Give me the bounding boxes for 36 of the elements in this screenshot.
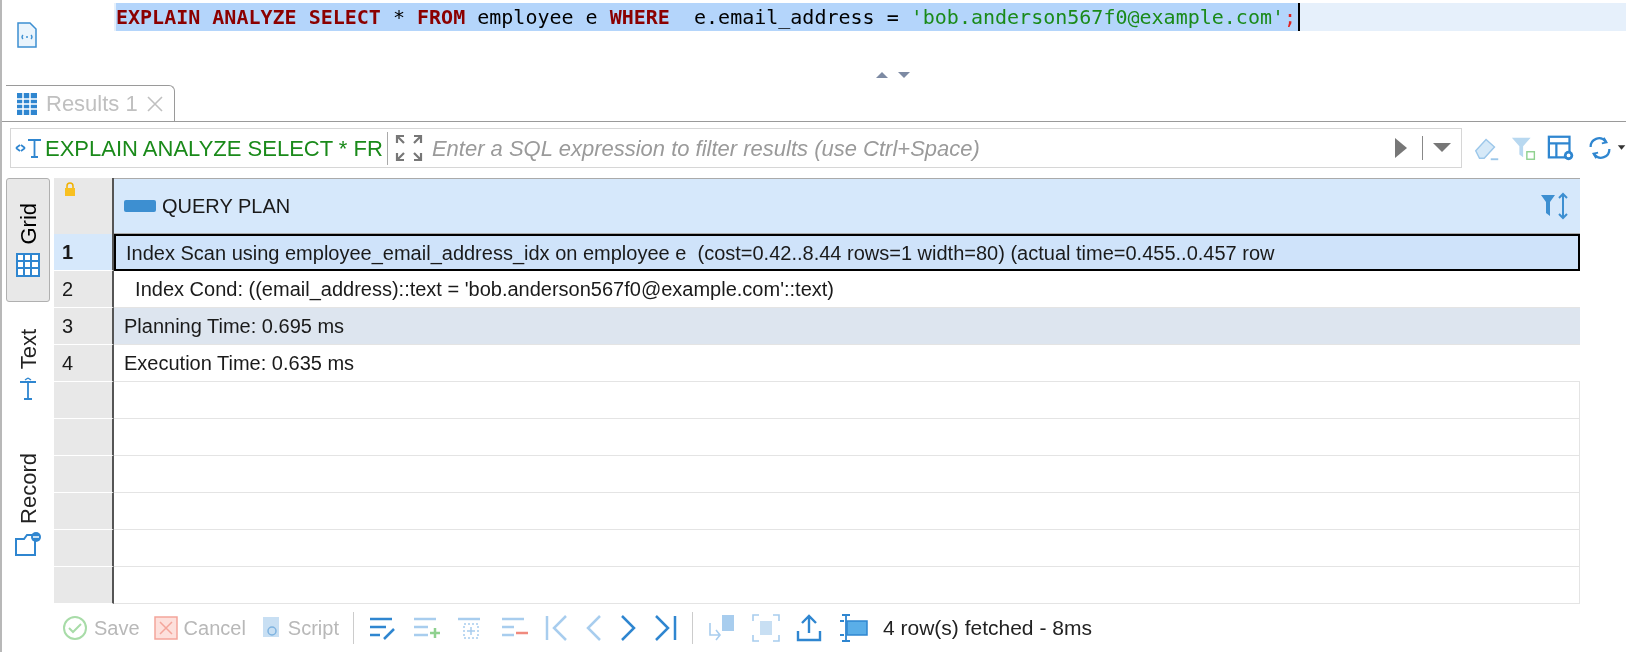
filter-query[interactable]: EXPLAIN ANALYZE SELECT * FR bbox=[45, 131, 388, 165]
row-header[interactable] bbox=[54, 567, 114, 604]
play-icon[interactable] bbox=[1394, 137, 1409, 159]
row-number[interactable]: 2 bbox=[54, 271, 114, 308]
row-number[interactable]: 1 bbox=[54, 234, 114, 271]
table-cell[interactable]: Planning Time: 0.695 ms bbox=[114, 308, 1580, 345]
last-page-icon[interactable] bbox=[652, 614, 678, 642]
filter-sort-icon[interactable] bbox=[1540, 192, 1570, 220]
edit-lines-icon[interactable] bbox=[368, 615, 398, 641]
filter-field[interactable]: EXPLAIN ANALYZE SELECT * FR Enter a SQL expression to filter results (use Ctrl+Space) bbox=[10, 128, 1463, 168]
row-header[interactable] bbox=[54, 419, 114, 456]
table-cell[interactable]: Index Scan using employee_email_address_idx on employee e (cost=0.42..8.44 rows=1 width=80) (actual time=0.455..0.457 row bbox=[114, 234, 1580, 271]
cancel-icon bbox=[153, 616, 178, 640]
panel-icon[interactable] bbox=[837, 613, 869, 643]
row-header[interactable] bbox=[54, 456, 114, 493]
check-circle-icon bbox=[62, 615, 88, 641]
row-header[interactable] bbox=[54, 382, 114, 419]
text-cursor-icon bbox=[15, 137, 43, 159]
dropdown-caret-icon[interactable] bbox=[1433, 143, 1452, 153]
status-text: 4 row(s) fetched - 8ms bbox=[883, 615, 1092, 642]
row-header[interactable] bbox=[54, 530, 114, 567]
export-icon[interactable] bbox=[795, 613, 823, 643]
row-number[interactable]: 4 bbox=[54, 345, 114, 382]
record-icon bbox=[14, 531, 42, 558]
grid-icon bbox=[16, 91, 38, 116]
row-header[interactable] bbox=[54, 493, 114, 530]
next-icon[interactable] bbox=[618, 614, 638, 642]
view-tab[interactable]: Grid bbox=[6, 178, 50, 302]
script-file-icon bbox=[16, 22, 38, 48]
sql-statement[interactable]: EXPLAIN ANALYZE SELECT * FROM employee e WHERE e.email_address = 'bob.anderson567f0@example.com'; bbox=[116, 3, 1301, 31]
grid-icon bbox=[16, 252, 40, 277]
filter-input[interactable]: Enter a SQL expression to filter results (use Ctrl+Space) bbox=[431, 131, 1395, 165]
lock-icon bbox=[64, 182, 76, 196]
column-header[interactable]: QUERY PLAN bbox=[114, 178, 1580, 234]
expand-icon[interactable] bbox=[393, 133, 424, 163]
row-number[interactable]: 3 bbox=[54, 308, 114, 345]
